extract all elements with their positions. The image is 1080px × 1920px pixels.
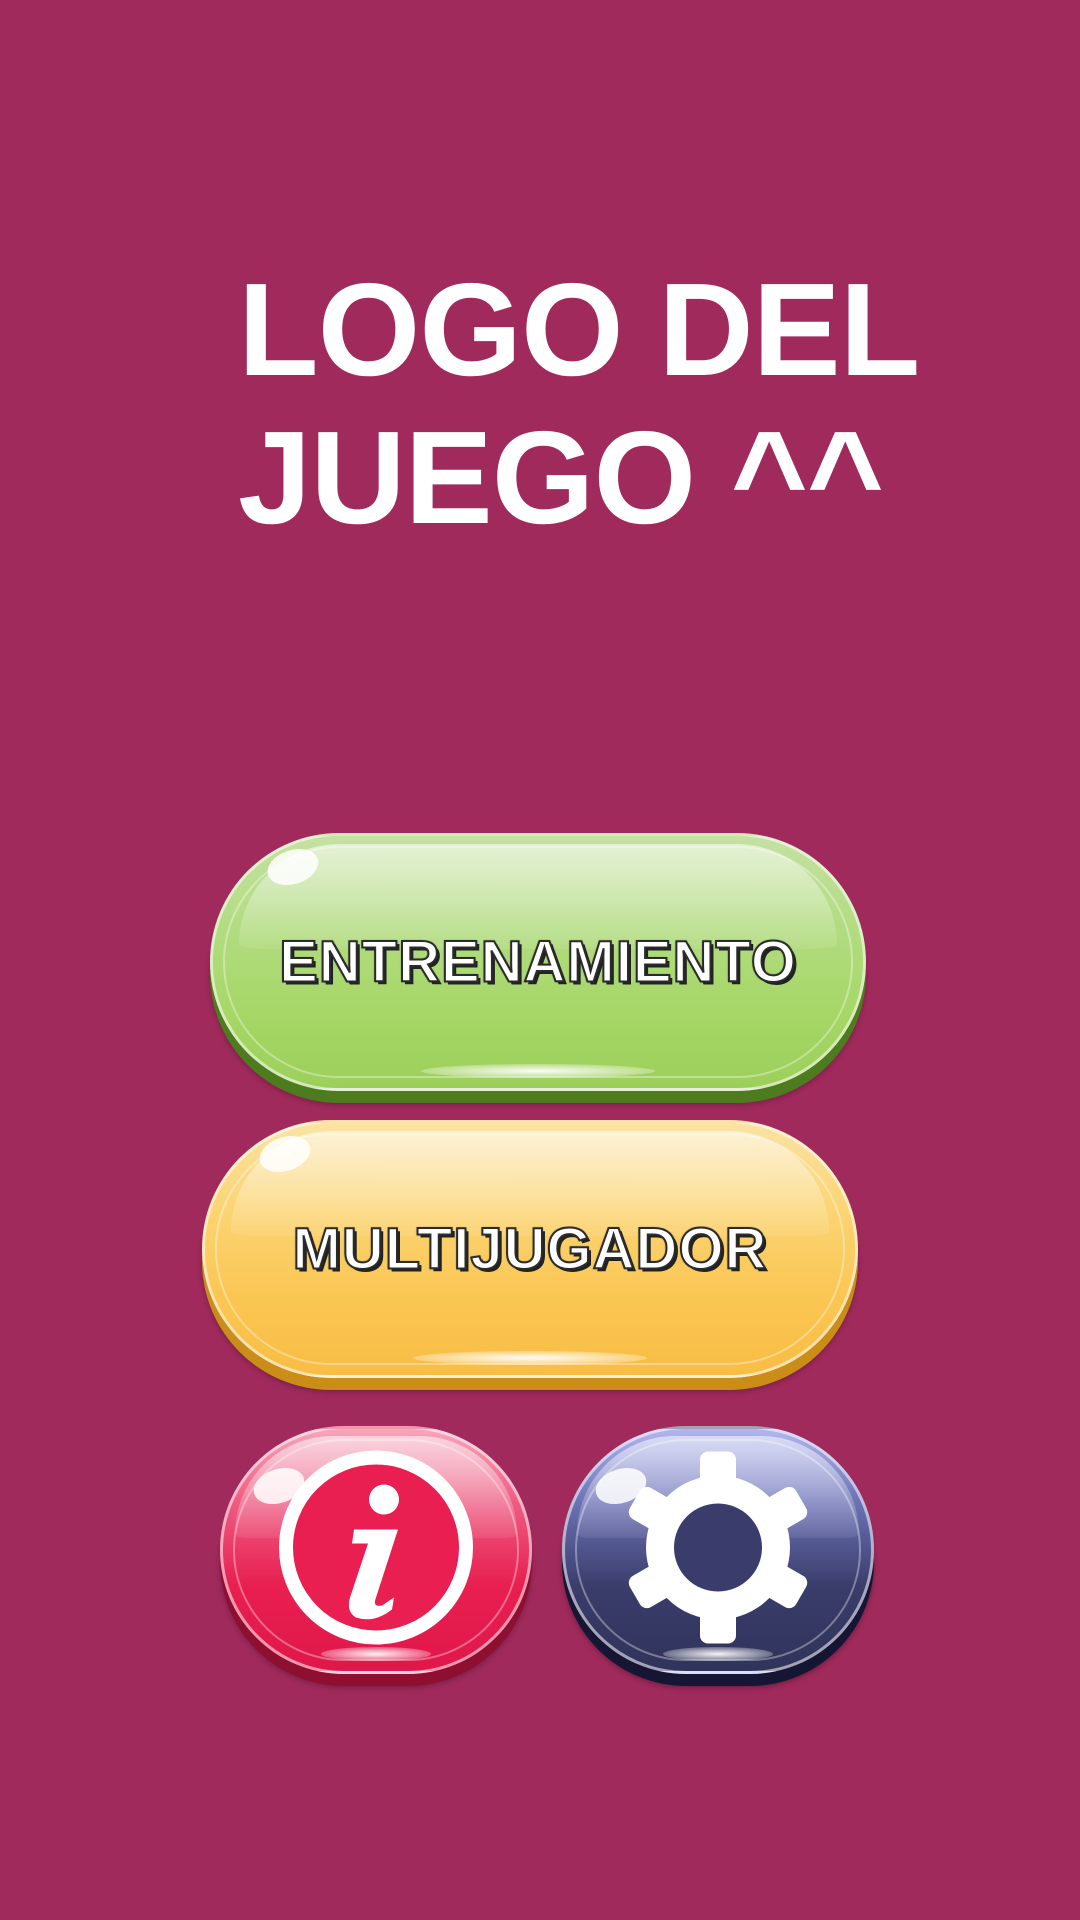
multiplayer-button[interactable]: MULTIJUGADOR bbox=[202, 1120, 858, 1378]
logo-line-2: JUEGO ^^ bbox=[238, 404, 884, 551]
training-button-label: ENTRENAMIENTO bbox=[278, 929, 797, 996]
info-icon bbox=[276, 1448, 476, 1653]
button-glow bbox=[421, 1064, 655, 1078]
gear-icon bbox=[618, 1448, 818, 1653]
settings-button[interactable] bbox=[562, 1426, 874, 1674]
logo-line-1: LOGO DEL bbox=[238, 256, 920, 403]
training-button[interactable]: ENTRENAMIENTO bbox=[210, 833, 866, 1091]
button-glow bbox=[413, 1351, 647, 1365]
multiplayer-button-label: MULTIJUGADOR bbox=[292, 1216, 768, 1283]
game-logo: LOGO DEL JUEGO ^^ bbox=[238, 256, 958, 552]
info-button[interactable] bbox=[220, 1426, 532, 1674]
